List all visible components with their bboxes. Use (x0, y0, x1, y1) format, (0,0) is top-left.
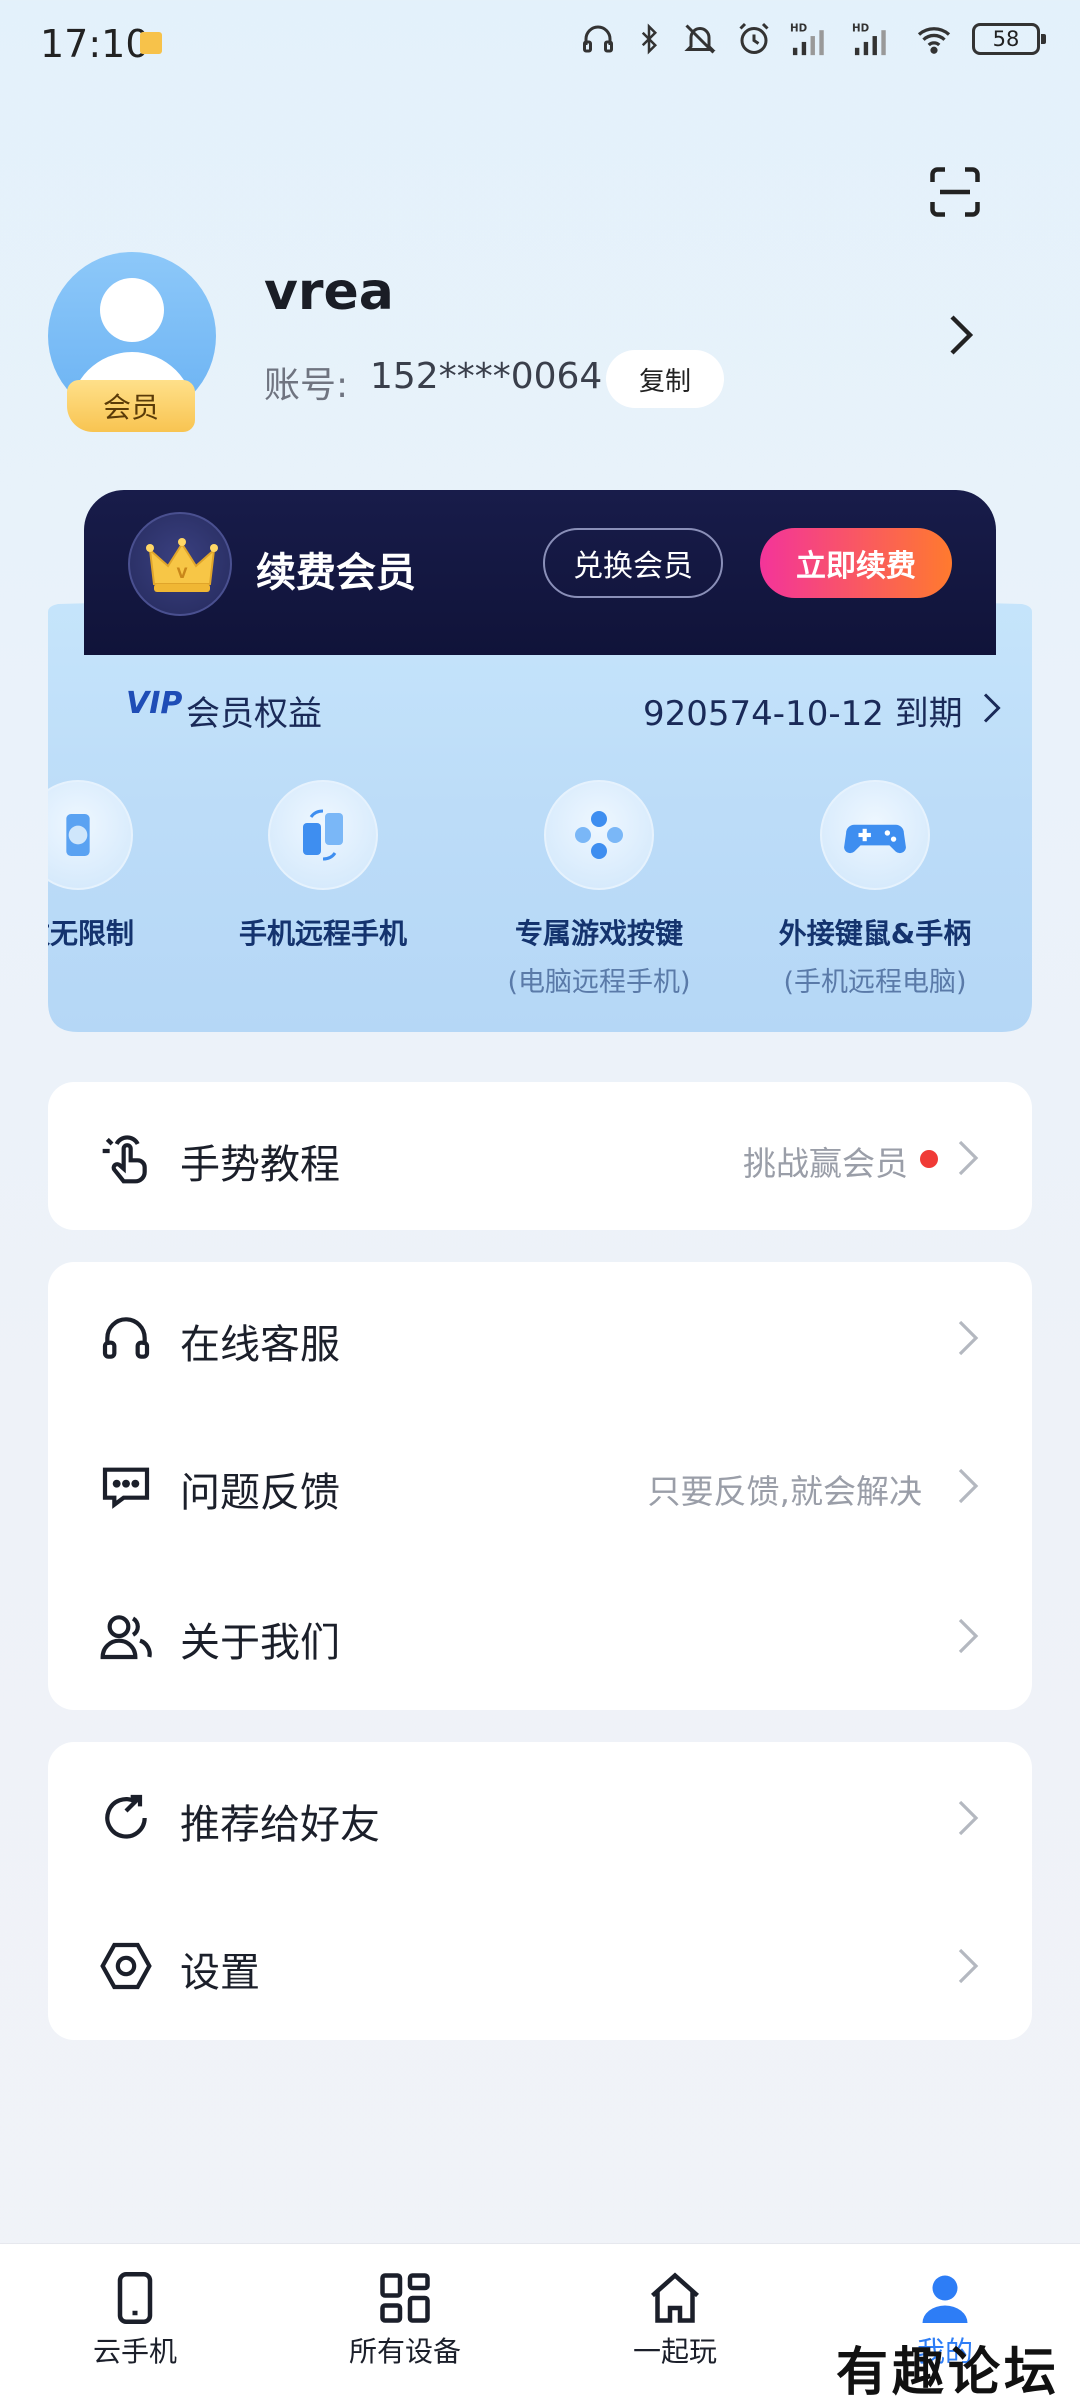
svg-text:HD: HD (790, 23, 807, 35)
menu-item-online-support[interactable]: 在线客服 (48, 1262, 1032, 1412)
menu-item-label: 在线客服 (180, 1322, 340, 1368)
vip-renew-title: 续费会员 (256, 550, 416, 596)
menu-item-settings[interactable]: 设置 (48, 1890, 1032, 2040)
renew-now-button[interactable]: 立即续费 (760, 528, 952, 598)
username: vrea (264, 262, 394, 322)
gamepad-icon (820, 780, 930, 890)
alarm-icon (739, 22, 769, 54)
notification-icon (140, 32, 162, 54)
benefit-label: 专属游戏按键 (514, 917, 683, 950)
nav-tab-all-devices[interactable]: 所有设备 (305, 2244, 505, 2400)
expiry-chevron-icon[interactable] (976, 688, 1006, 728)
menu-item-hint: 只要反馈,就会解决 (647, 1472, 923, 1511)
menu-item-label: 手势教程 (180, 1142, 340, 1188)
phone-to-phone-icon (268, 780, 378, 890)
benefits-scroller[interactable]: 数无限制 手机远程手机 专属游戏按键 (电脑远程手机) 外接键鼠&手柄 (手机远… (48, 780, 1032, 1020)
member-badge: 会员 (67, 380, 195, 432)
status-time: 17:10 (40, 22, 150, 66)
signal-hd-icon: HD (790, 23, 824, 56)
headphones-icon (583, 25, 613, 53)
account-label: 账号: (264, 365, 349, 406)
grid-icon (375, 2268, 435, 2328)
menu-item-feedback[interactable]: 问题反馈 只要反馈,就会解决 (48, 1410, 1032, 1560)
chevron-right-icon (956, 1138, 980, 1178)
chevron-right-icon (956, 1616, 980, 1656)
battery-indicator: 58 (972, 23, 1046, 55)
menu-item-recommend-friends[interactable]: 推荐给好友 (48, 1742, 1032, 1892)
menu-item-label: 问题反馈 (180, 1470, 340, 1516)
benefit-item[interactable]: 外接键鼠&手柄 (手机远程电脑) (755, 780, 995, 999)
cloud-phone-icon (48, 780, 133, 890)
chevron-right-icon (956, 1318, 980, 1358)
notification-dot (920, 1150, 938, 1168)
settings-hexagon-icon (98, 1938, 154, 1994)
benefit-sublabel: (电脑远程手机) (507, 967, 691, 998)
benefit-item[interactable]: 专属游戏按键 (电脑远程手机) (479, 780, 719, 999)
wifi-icon (917, 27, 951, 54)
phone-icon (105, 2268, 165, 2328)
svg-text:V: V (177, 566, 188, 582)
menu-item-hint: 挑战赢会员 (743, 1144, 908, 1183)
chevron-right-icon (956, 1466, 980, 1506)
menu-item-label: 设置 (180, 1950, 260, 1996)
benefit-item[interactable]: 数无限制 (48, 780, 198, 952)
game-keys-icon (544, 780, 654, 890)
nav-tab-cloud-phone[interactable]: 云手机 (35, 2244, 235, 2400)
bluetooth-icon (641, 23, 658, 55)
users-icon (98, 1608, 154, 1664)
nav-tab-play-together[interactable]: 一起玩 (575, 2244, 775, 2400)
settings-card: 推荐给好友 设置 (48, 1742, 1032, 2040)
chat-bubble-icon (98, 1458, 154, 1514)
menu-item-label: 关于我们 (180, 1620, 340, 1666)
mute-icon (684, 24, 716, 54)
benefit-label: 外接键鼠&手柄 (778, 917, 972, 950)
vip-logo-icon: VIP (126, 686, 183, 721)
copy-button[interactable]: 复制 (606, 350, 724, 408)
support-card: 在线客服 问题反馈 只要反馈,就会解决 关于我们 (48, 1262, 1032, 1710)
gesture-tap-icon (98, 1130, 154, 1186)
gesture-card: 手势教程 挑战赢会员 (48, 1082, 1032, 1230)
menu-item-gesture-tutorial[interactable]: 手势教程 挑战赢会员 (48, 1082, 1032, 1232)
crown-icon: V (128, 512, 232, 616)
signal-hd-icon: HD (852, 23, 886, 56)
benefit-label: 手机远程手机 (238, 917, 407, 950)
chevron-right-icon (956, 1798, 980, 1838)
share-refresh-icon (98, 1790, 154, 1846)
nav-label: 一起玩 (632, 2335, 717, 2368)
home-icon (645, 2268, 705, 2328)
watermark: 有趣论坛 (836, 2342, 1061, 2400)
nav-label: 所有设备 (348, 2335, 461, 2368)
status-bar: 17:10 HD HD 58 (0, 0, 1080, 90)
status-icons: HD HD 58 (580, 20, 1046, 58)
scan-icon[interactable] (925, 162, 985, 222)
account-value: 152****0064 (370, 356, 603, 397)
member-benefits-label[interactable]: 会员权益 (186, 686, 322, 735)
person-icon (915, 2268, 975, 2328)
menu-item-label: 推荐给好友 (180, 1802, 380, 1848)
headset-icon (98, 1310, 154, 1366)
benefit-label: 数无限制 (48, 917, 134, 950)
membership-expiry[interactable]: 920574-10-12 到期 (643, 686, 963, 735)
redeem-membership-button[interactable]: 兑换会员 (543, 528, 723, 598)
svg-text:HD: HD (852, 23, 869, 35)
benefit-sublabel: (手机远程电脑) (783, 967, 967, 998)
profile-chevron-icon[interactable] (940, 310, 980, 360)
menu-item-about-us[interactable]: 关于我们 (48, 1560, 1032, 1710)
nav-label: 云手机 (92, 2335, 177, 2368)
benefit-item[interactable]: 手机远程手机 (203, 780, 443, 952)
chevron-right-icon (956, 1946, 980, 1986)
